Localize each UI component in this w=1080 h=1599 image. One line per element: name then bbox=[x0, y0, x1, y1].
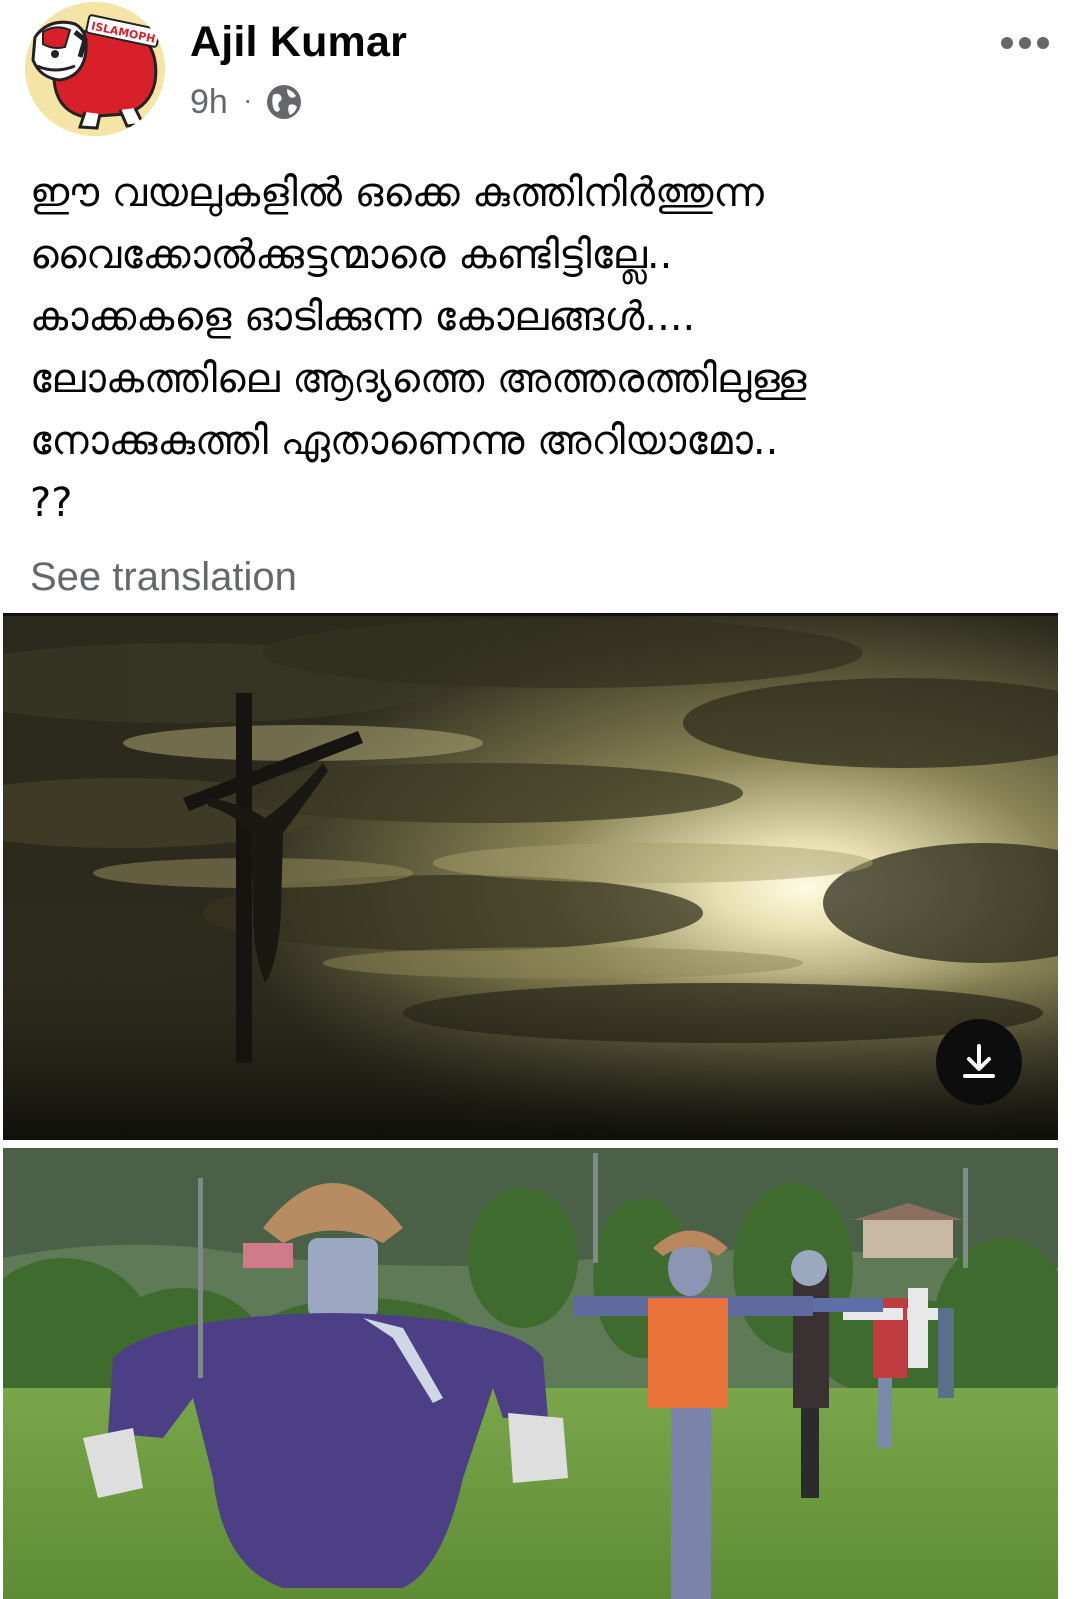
avatar[interactable]: ISLAMOPH bbox=[25, 2, 165, 136]
post-photo-1[interactable] bbox=[3, 613, 1058, 1140]
scarecrows-field-photo bbox=[3, 1148, 1058, 1599]
post-text-line: ?? bbox=[30, 480, 73, 526]
post-text-line: ഈ വയലുകളിൽ ഒക്കെ കുത്തിനിർത്തുന്ന bbox=[30, 170, 764, 216]
photo-divider bbox=[0, 1140, 1080, 1148]
download-button[interactable] bbox=[936, 1019, 1022, 1105]
author-name[interactable]: Ajil Kumar bbox=[190, 18, 407, 67]
see-translation-link[interactable]: See translation bbox=[30, 555, 297, 600]
post-text-line: കാക്കകളെ ഓടിക്കുന്ന കോലങ്ങൾ.... bbox=[30, 294, 696, 340]
post-photo-2[interactable] bbox=[3, 1148, 1058, 1599]
post-header: ISLAMOPH Ajil Kumar 9h · bbox=[0, 0, 1080, 150]
post-text: ഈ വയലുകളിൽ ഒക്കെ കുത്തിനിർത്തുന്ന വൈക്കോ… bbox=[30, 162, 1060, 534]
post-text-line: വൈക്കോൽക്കുട്ടന്മാരെ കണ്ടിട്ടില്ലേ.. bbox=[30, 232, 673, 278]
more-horizontal-icon bbox=[1001, 37, 1013, 49]
crucifix-silhouette-photo bbox=[3, 613, 1058, 1140]
download-icon bbox=[963, 1044, 995, 1078]
avatar-dog-logo-icon: ISLAMOPH bbox=[25, 2, 165, 136]
more-dot bbox=[1037, 37, 1049, 49]
globe-icon[interactable] bbox=[265, 83, 303, 121]
more-options-button[interactable] bbox=[990, 18, 1060, 68]
post-meta: 9h · bbox=[190, 80, 303, 124]
more-dot bbox=[1019, 37, 1031, 49]
post-text-line: ലോകത്തിലെ ആദ്യത്തെ അത്തരത്തിലുള്ള bbox=[30, 356, 807, 402]
timestamp[interactable]: 9h bbox=[190, 83, 228, 122]
meta-separator: · bbox=[243, 88, 252, 116]
post-text-line: നോക്കുകുത്തി ഏതാണെന്നു അറിയാമോ.. bbox=[30, 418, 779, 464]
